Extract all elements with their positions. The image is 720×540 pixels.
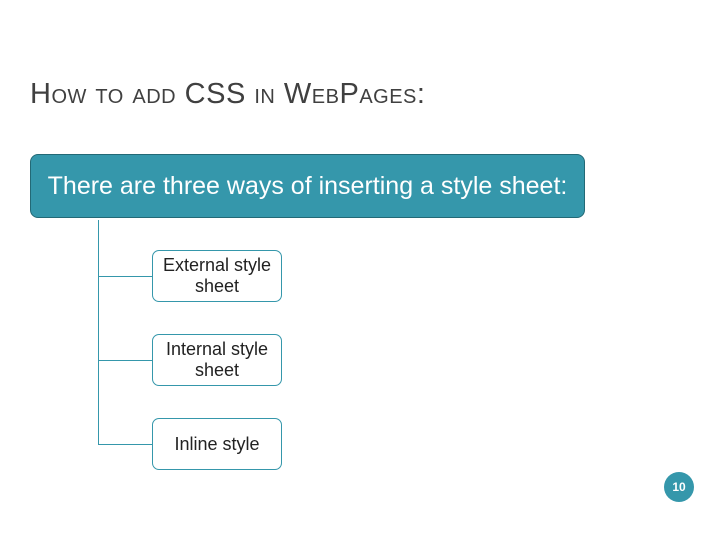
intro-banner-text: There are three ways of inserting a styl… [48,172,568,201]
intro-banner: There are three ways of inserting a styl… [30,154,585,218]
node-internal-style-sheet: Internal style sheet [152,334,282,386]
tree-connector-3 [98,444,152,445]
tree-connector-2 [98,360,152,361]
node-label: External style sheet [159,255,275,296]
node-label: Internal style sheet [159,339,275,380]
node-inline-style: Inline style [152,418,282,470]
node-external-style-sheet: External style sheet [152,250,282,302]
tree-connector-1 [98,276,152,277]
slide: How to add CSS in WebPages: There are th… [0,0,720,540]
page-number: 10 [672,480,685,494]
slide-title: How to add CSS in WebPages: [30,78,425,111]
page-number-badge: 10 [664,472,694,502]
tree-vertical-connector [98,220,99,444]
node-label: Inline style [174,434,259,455]
